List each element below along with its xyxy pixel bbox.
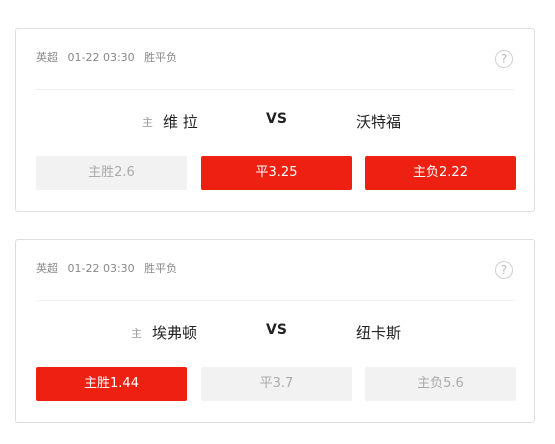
match-time: 01-22 03:30 — [67, 262, 135, 275]
odds-button-home-loss[interactable]: 主负2.22 — [365, 156, 516, 190]
odds-button-draw[interactable]: 平3.25 — [201, 156, 352, 190]
odds-button-home-win[interactable]: 主胜2.6 — [36, 156, 187, 190]
divider — [36, 300, 514, 301]
market-label: 胜平负 — [144, 51, 178, 64]
match-meta: 英超 01-22 03:30 胜平负 — [36, 260, 183, 276]
match-card: 英超 01-22 03:30 胜平负 ? 主 埃弗顿 VS 纽卡斯 主胜1.44… — [15, 239, 535, 423]
help-icon[interactable]: ? — [495, 261, 513, 279]
odds-button-home-win[interactable]: 主胜1.44 — [36, 367, 187, 401]
vs-label: VS — [266, 111, 287, 127]
match-time: 01-22 03:30 — [67, 51, 135, 64]
home-team: 维 拉 — [163, 113, 198, 131]
home-tag: 主 — [131, 327, 142, 340]
odds-button-home-loss[interactable]: 主负5.6 — [365, 367, 516, 401]
odds-button-draw[interactable]: 平3.7 — [201, 367, 352, 401]
match-card: 英超 01-22 03:30 胜平负 ? 主 维 拉 VS 沃特福 主胜2.6 … — [15, 28, 535, 212]
help-icon[interactable]: ? — [495, 50, 513, 68]
home-team: 埃弗顿 — [152, 324, 198, 342]
vs-label: VS — [266, 322, 287, 338]
teams-row: 主 维 拉 VS 沃特福 — [16, 111, 534, 135]
league-label: 英超 — [36, 51, 58, 64]
market-label: 胜平负 — [144, 262, 178, 275]
away-team: 纽卡斯 — [356, 324, 402, 342]
home-tag: 主 — [142, 116, 153, 129]
match-meta: 英超 01-22 03:30 胜平负 — [36, 49, 183, 65]
teams-row: 主 埃弗顿 VS 纽卡斯 — [16, 322, 534, 346]
divider — [36, 89, 514, 90]
league-label: 英超 — [36, 262, 58, 275]
away-team: 沃特福 — [356, 113, 402, 131]
